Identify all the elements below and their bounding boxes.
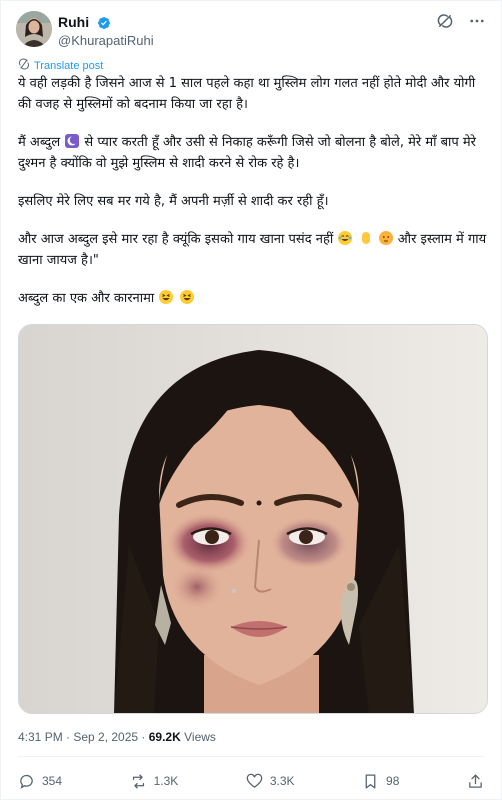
verified-badge-icon xyxy=(97,15,111,29)
grinning-emoji xyxy=(159,290,174,304)
repost-icon xyxy=(130,773,147,790)
author-handle[interactable]: @KhurapatiRuhi xyxy=(58,33,154,48)
like-count: 3.3K xyxy=(269,774,295,788)
avatar[interactable] xyxy=(16,11,52,47)
heart-icon xyxy=(246,773,263,790)
post-paragraph-2: मैं अब्दुल से प्यार करती हूँ और उसी से न… xyxy=(18,132,488,174)
like-button[interactable]: 3.3K xyxy=(246,773,295,790)
post-media-image[interactable] xyxy=(18,324,488,714)
post-paragraph-5-text: अब्दुल का एक और कारनामा xyxy=(18,291,155,306)
post-paragraph-1: ये वही लड़की है जिसने आज से 1 साल पहले क… xyxy=(18,76,476,112)
translate-post-link[interactable]: Translate post xyxy=(18,58,103,73)
views-count: 69.2K xyxy=(148,730,181,744)
post-paragraph-3: इसलिए मेरे लिए सब मर गये है, मैं अपनी मर… xyxy=(18,194,329,209)
repost-button[interactable]: 1.3K xyxy=(130,773,179,790)
tweet-text: ये वही लड़की है जिसने आज से 1 साल पहले क… xyxy=(18,73,488,326)
crescent-moon-emoji xyxy=(65,134,80,148)
translate-label: Translate post xyxy=(34,59,104,72)
post-paragraph-5: अब्दुल का एक और कारनामा xyxy=(18,288,488,309)
post-timestamp[interactable]: 4:31 PM · Sep 2, 2025 · xyxy=(18,730,149,744)
share-button[interactable] xyxy=(467,773,484,790)
repost-count: 1.3K xyxy=(153,774,179,788)
reply-count: 354 xyxy=(42,774,63,788)
author-display-name[interactable]: Ruhi xyxy=(58,14,89,30)
divider xyxy=(18,756,484,757)
reply-button[interactable]: 354 xyxy=(18,773,62,790)
author-names: Ruhi @KhurapatiRuhi xyxy=(58,11,154,49)
post-paragraph-2b: से प्यार करती हूँ और उसी से निकाह करूँगी… xyxy=(18,135,477,171)
views-label: Views xyxy=(180,730,216,744)
share-icon xyxy=(467,773,484,790)
tweet-header: Ruhi @KhurapatiRuhi xyxy=(16,11,486,51)
grinning-emoji xyxy=(179,290,194,304)
reply-icon xyxy=(18,773,35,790)
post-paragraph-2a: मैं अब्दुल xyxy=(18,135,61,150)
post-paragraph-4: और आज अब्दुल इसे मार रहा है क्यूंकि इसको… xyxy=(18,229,488,271)
bookmark-icon xyxy=(362,773,379,790)
translate-icon xyxy=(18,58,30,73)
action-bar: 354 1.3K 3.3K 98 xyxy=(18,771,484,791)
raised-hand-emoji xyxy=(359,231,373,245)
header-actions xyxy=(436,11,486,31)
post-meta: 4:31 PM · Sep 2, 2025 · 69.2K Views xyxy=(18,730,216,744)
grok-icon[interactable] xyxy=(436,12,454,30)
joy-emoji xyxy=(338,231,353,245)
woman-portrait-image xyxy=(19,325,487,713)
tweet-card: Ruhi @KhurapatiRuhi Translate post ये वह… xyxy=(0,0,502,800)
more-icon[interactable] xyxy=(468,12,486,30)
post-paragraph-4a: और आज अब्दुल इसे मार रहा है क्यूंकि इसको… xyxy=(18,232,334,247)
face-emoji xyxy=(378,231,393,245)
bookmark-count: 98 xyxy=(386,774,400,788)
bookmark-button[interactable]: 98 xyxy=(362,773,399,790)
